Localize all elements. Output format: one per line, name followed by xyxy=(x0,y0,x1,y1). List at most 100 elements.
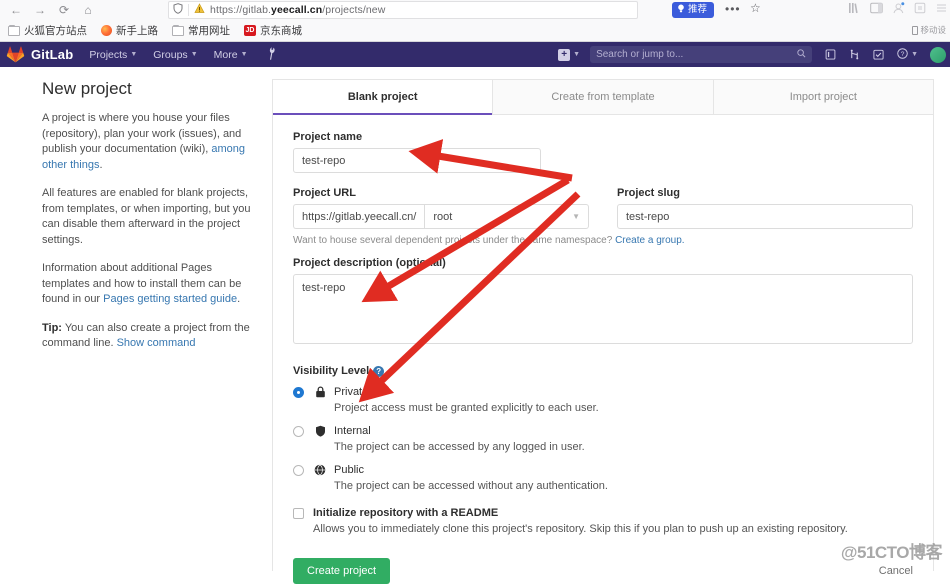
visibility-option-public[interactable]: Public The project can be accessed witho… xyxy=(293,463,913,493)
project-url-label: Project URL xyxy=(293,187,356,199)
lightbulb-icon xyxy=(677,4,685,16)
shield-icon xyxy=(313,425,327,437)
nav-more-label: More xyxy=(213,48,238,61)
nav-more[interactable]: More ▼ xyxy=(214,49,248,61)
new-item-button[interactable]: + ▼ xyxy=(558,48,581,61)
sidebar-p1-suffix: . xyxy=(99,158,103,171)
url-bar[interactable]: https://gitlab.yeecall.cn/projects/new xyxy=(168,1,638,19)
sidebar-paragraph-2: All features are enabled for blank proje… xyxy=(42,187,251,246)
nav-groups[interactable]: Groups ▼ xyxy=(153,49,197,61)
tab-blank-project-label: Blank project xyxy=(347,91,418,103)
project-description-textarea[interactable]: test-repo xyxy=(293,274,913,344)
tab-create-from-template[interactable]: Create from template xyxy=(493,80,714,114)
firefox-icon xyxy=(101,25,112,36)
gitlab-brand[interactable]: GitLab xyxy=(31,47,73,62)
visibility-internal-name: Internal xyxy=(334,425,371,437)
visibility-public-name: Public xyxy=(334,464,364,476)
chevron-down-icon: ▼ xyxy=(572,212,580,221)
bookmark-label: 常用网址 xyxy=(188,25,230,37)
sidebar-p3-suffix: . xyxy=(237,293,241,305)
project-url-prefix: https://gitlab.yeecall.cn/ xyxy=(293,204,425,229)
jd-icon: JD xyxy=(244,25,256,36)
form-actions: Create project Cancel xyxy=(293,558,913,584)
initialize-readme-checkbox[interactable] xyxy=(293,508,304,519)
bookmark-label: 新手上路 xyxy=(116,25,158,37)
visibility-public-text: Public The project can be accessed witho… xyxy=(334,463,608,493)
chevron-down-icon: ▼ xyxy=(240,51,248,58)
recommend-badge[interactable]: 推荐 xyxy=(672,2,715,18)
project-slug-group: Project slug xyxy=(617,187,913,229)
project-slug-input[interactable] xyxy=(617,204,913,229)
pages-guide-link[interactable]: Pages getting started guide xyxy=(103,293,237,305)
bookmarks-bar: 火狐官方站点 新手上路 常用网址 JD 京东商城 xyxy=(0,20,950,41)
project-type-tabs: Blank project Create from template Impor… xyxy=(273,80,933,115)
sidebar-icon[interactable] xyxy=(870,2,883,15)
namespace-select[interactable]: root ▼ xyxy=(424,204,589,229)
initialize-readme-description: Allows you to immediately clone this pro… xyxy=(313,523,848,535)
site-warning-icon[interactable] xyxy=(194,1,205,19)
tab-import-project[interactable]: Import project xyxy=(713,80,933,114)
initialize-readme-group[interactable]: Initialize repository with a README xyxy=(293,507,913,519)
create-a-group-link[interactable]: Create a group. xyxy=(615,235,685,246)
mobile-icon xyxy=(912,25,919,35)
visibility-level-label: Visibility Level xyxy=(293,365,370,377)
help-circle-icon[interactable]: ? xyxy=(373,365,385,377)
bookmark-item[interactable]: JD 京东商城 xyxy=(244,23,302,38)
forward-icon[interactable]: → xyxy=(30,1,50,19)
bookmark-item[interactable]: 常用网址 xyxy=(172,23,230,38)
tab-blank-project[interactable]: Blank project xyxy=(273,80,494,115)
todos-icon[interactable] xyxy=(873,49,884,60)
avatar[interactable] xyxy=(930,46,946,63)
chevron-down-icon: ▼ xyxy=(190,51,198,58)
plus-icon: + xyxy=(558,48,571,61)
cancel-link[interactable]: Cancel xyxy=(879,565,913,577)
create-project-button[interactable]: Create project xyxy=(293,558,391,584)
new-project-sidebar: New project A project is where you house… xyxy=(42,79,260,365)
new-project-panel: Blank project Create from template Impor… xyxy=(272,79,934,584)
project-name-group: Project name xyxy=(293,131,913,173)
project-description-group: Project description (optional) test-repo xyxy=(293,257,913,349)
search-placeholder: Search or jump to... xyxy=(596,49,684,60)
menu-icon[interactable] xyxy=(936,2,949,15)
browser-right-toolbar xyxy=(848,2,949,15)
search-input[interactable]: Search or jump to... xyxy=(590,46,813,63)
project-name-input[interactable] xyxy=(293,148,541,173)
visibility-option-private[interactable]: Private Project access must be granted e… xyxy=(293,385,913,415)
nav-projects[interactable]: Projects ▼ xyxy=(89,49,137,61)
bookmark-item[interactable]: 新手上路 xyxy=(101,23,158,38)
extension-icon[interactable] xyxy=(914,2,927,15)
visibility-internal-desc: The project can be accessed by any logge… xyxy=(334,441,585,453)
visibility-radio-public[interactable] xyxy=(293,465,304,476)
recommend-label: 推荐 xyxy=(688,4,708,15)
search-icon xyxy=(797,49,806,60)
show-command-link[interactable]: Show command xyxy=(117,337,196,349)
tracking-shield-icon[interactable] xyxy=(173,1,183,19)
urlbar-divider xyxy=(188,4,189,16)
project-url-group: Project URL https://gitlab.yeecall.cn/ r… xyxy=(293,187,589,229)
sidebar-paragraph-1: A project is where you house your files … xyxy=(42,111,260,173)
help-button[interactable]: ? ▼ xyxy=(897,47,918,62)
page-actions-icon[interactable]: ••• xyxy=(725,2,741,16)
bookmark-star-icon[interactable]: ☆ xyxy=(750,1,761,15)
chevron-down-icon: ▼ xyxy=(573,51,581,58)
issues-icon[interactable] xyxy=(825,49,836,60)
namespace-value: root xyxy=(433,210,453,223)
globe-icon xyxy=(313,464,327,476)
home-icon[interactable]: ⌂ xyxy=(78,1,98,19)
admin-wrench-icon[interactable] xyxy=(262,44,282,65)
back-icon[interactable]: ← xyxy=(6,1,26,19)
library-icon[interactable] xyxy=(848,2,861,15)
visibility-option-internal[interactable]: Internal The project can be accessed by … xyxy=(293,424,913,454)
account-icon[interactable] xyxy=(892,2,905,15)
chevron-down-icon: ▼ xyxy=(911,51,918,58)
visibility-public-desc: The project can be accessed without any … xyxy=(334,480,608,492)
nav-projects-label: Projects xyxy=(89,48,128,61)
url-text: https://gitlab.yeecall.cn/projects/new xyxy=(210,4,386,16)
bookmark-item[interactable]: 火狐官方站点 xyxy=(8,23,87,38)
visibility-radio-private[interactable] xyxy=(293,387,304,398)
merge-requests-icon[interactable] xyxy=(849,49,860,60)
reload-icon[interactable]: ⟳ xyxy=(54,1,74,19)
visibility-level-heading: Visibility Level ? xyxy=(293,365,913,377)
visibility-radio-internal[interactable] xyxy=(293,426,304,437)
gitlab-logo-icon[interactable] xyxy=(6,45,25,64)
